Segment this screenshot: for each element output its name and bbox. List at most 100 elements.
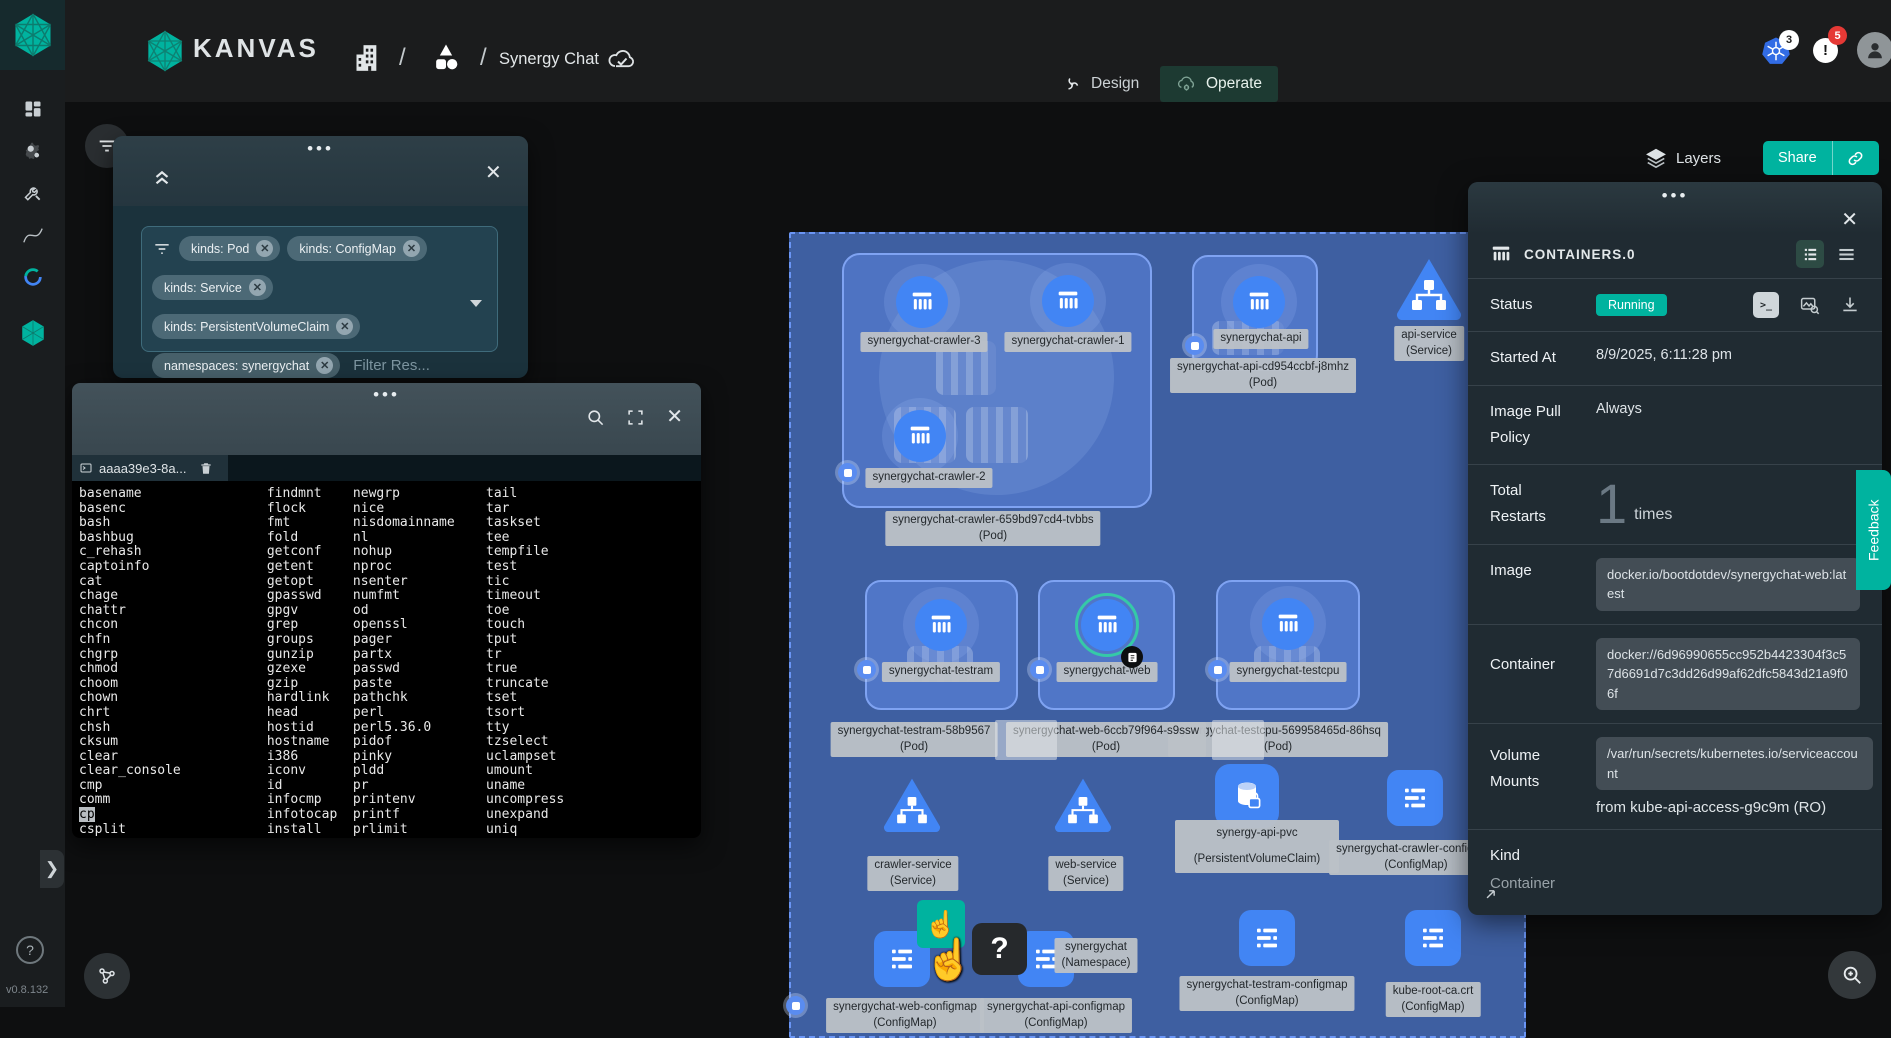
configmap-node-testram[interactable]	[1239, 910, 1295, 966]
namespace-synergychat[interactable]: synergychat-crawler-3 synergychat-crawle…	[789, 232, 1526, 1038]
pvc-node[interactable]	[1215, 764, 1279, 828]
filter-chip[interactable]: kinds: ConfigMap✕	[287, 236, 427, 261]
fullscreen-icon[interactable]	[627, 409, 644, 426]
notification-count-badge[interactable]: 5	[1828, 26, 1847, 45]
download-logs-icon[interactable]	[1840, 295, 1860, 315]
wrench-icon	[23, 183, 43, 203]
service-node-api-service[interactable]	[1394, 256, 1464, 320]
pod-box-testram[interactable]: synergychat-testram	[865, 580, 1018, 710]
namespace-badge[interactable]	[786, 996, 805, 1015]
filter-panel-header[interactable]: ••• ✕	[113, 136, 528, 206]
sidebar-expand-tab[interactable]: ❯	[40, 850, 64, 888]
container-node-crawler-1[interactable]	[1042, 275, 1094, 327]
help-button[interactable]: ?	[16, 936, 44, 964]
list-view-toggle[interactable]	[1832, 240, 1860, 268]
configmap-node-crawler[interactable]	[1387, 770, 1443, 826]
kanvas-logo-icon[interactable]	[145, 29, 185, 73]
container-node-testcpu[interactable]	[1262, 598, 1314, 650]
search-icon[interactable]	[586, 408, 605, 427]
kubernetes-count-badge[interactable]: 3	[1779, 30, 1799, 50]
chip-remove-icon[interactable]: ✕	[403, 240, 420, 257]
container-id-value[interactable]: docker://6d96990655cc952b4423304f3c57d66…	[1596, 638, 1860, 711]
pod-badge[interactable]	[838, 463, 857, 482]
terminal-tab[interactable]: aaaa39e3-8a...	[72, 455, 228, 481]
pod-box-testcpu[interactable]: synergychat-testcpu	[1216, 580, 1360, 710]
share-button[interactable]: Share	[1763, 141, 1832, 175]
pod-badge[interactable]	[1208, 660, 1227, 679]
service-node-crawler-service[interactable]	[881, 776, 943, 832]
workspace-icon[interactable]	[431, 42, 461, 74]
close-icon[interactable]: ✕	[666, 407, 683, 427]
chevron-down-icon[interactable]	[469, 299, 483, 309]
pod-label-api: synergychat-api-cd954ccbf-j8mhz(Pod)	[1170, 358, 1356, 393]
sidebar-item-dashboard[interactable]	[0, 88, 65, 130]
drag-handle[interactable]: •••	[72, 383, 701, 400]
pod-box-web[interactable]: synergychat-web	[1038, 580, 1175, 710]
pod-badge[interactable]	[1185, 336, 1204, 355]
filter-search-input[interactable]: Filter Res...	[353, 357, 430, 374]
close-icon[interactable]: ✕	[1841, 210, 1858, 230]
terminal-output[interactable]: basename findmnt newgrp tail basenc floc…	[72, 481, 701, 837]
configmap-node-kube-root[interactable]	[1405, 910, 1461, 966]
drag-handle[interactable]: •••	[113, 136, 528, 154]
meshery-logo[interactable]	[0, 0, 65, 70]
hexagon-logo-icon	[12, 12, 54, 58]
filter-chip[interactable]: namespaces: synergychat✕	[152, 353, 340, 378]
filter-input-box[interactable]: kinds: Pod✕ kinds: ConfigMap✕ kinds: Ser…	[141, 226, 498, 352]
expand-panel-icon[interactable]	[1480, 888, 1497, 905]
service-node-web-service[interactable]	[1052, 776, 1114, 832]
sidebar-item-lifecycle[interactable]	[0, 130, 65, 172]
trash-icon[interactable]	[199, 461, 213, 476]
container-node-crawler-2[interactable]	[894, 410, 946, 462]
image-inspect-icon[interactable]	[1799, 295, 1820, 316]
pod-badge[interactable]	[857, 660, 876, 679]
drag-handle[interactable]: •••	[1468, 182, 1882, 201]
container-node-testram[interactable]	[915, 599, 967, 651]
hint-question-button[interactable]: ?	[972, 923, 1027, 975]
terminal-header[interactable]: ••• ✕	[72, 383, 701, 455]
zoom-button[interactable]	[1828, 951, 1876, 999]
copy-link-button[interactable]	[1832, 141, 1879, 175]
chip-remove-icon[interactable]: ✕	[336, 318, 353, 335]
kind-row: Kind Container	[1468, 830, 1882, 905]
app-version: v0.8.132	[6, 984, 48, 996]
organization-icon[interactable]	[353, 40, 381, 76]
container-node-crawler-3[interactable]	[896, 276, 948, 328]
container-node-api[interactable]	[1233, 276, 1285, 328]
pod-badge[interactable]	[1030, 660, 1049, 679]
breadcrumb-project-name[interactable]: Synergy Chat	[499, 50, 599, 69]
pod-box-api[interactable]: synergychat-api	[1192, 255, 1318, 371]
chip-remove-icon[interactable]: ✕	[316, 357, 333, 374]
close-icon[interactable]: ✕	[485, 163, 502, 183]
container-icon	[927, 611, 955, 639]
pod-crawler-group[interactable]: synergychat-crawler-3 synergychat-crawle…	[842, 253, 1152, 508]
sidebar-item-relationships[interactable]	[0, 214, 65, 256]
filter-chip[interactable]: kinds: Service✕	[152, 275, 273, 300]
operate-icon	[1176, 74, 1197, 95]
image-value[interactable]: docker.io/bootdotdev/synergychat-web:lat…	[1596, 558, 1860, 611]
chip-remove-icon[interactable]: ✕	[256, 240, 273, 257]
zoom-in-icon	[1841, 964, 1863, 986]
sidebar-item-toolbox[interactable]	[0, 172, 65, 214]
started-at-value: 8/9/2025, 6:11:28 pm	[1596, 345, 1732, 363]
canvas-actions-button[interactable]	[84, 953, 130, 999]
collapse-icon[interactable]	[151, 164, 173, 188]
feedback-tab[interactable]: Feedback	[1856, 470, 1891, 590]
open-terminal-button[interactable]: >_	[1753, 292, 1779, 318]
tab-operate[interactable]: Operate	[1160, 66, 1278, 102]
filter-chip[interactable]: kinds: Pod✕	[179, 236, 280, 261]
details-panel-header[interactable]: ••• ✕	[1468, 182, 1882, 234]
restart-unit: times	[1634, 506, 1672, 528]
container-node-web[interactable]	[1081, 599, 1133, 651]
chip-remove-icon[interactable]: ✕	[249, 279, 266, 296]
detail-view-toggle[interactable]	[1796, 240, 1824, 268]
avatar[interactable]	[1857, 32, 1891, 68]
configmap-label-testram: synergychat-testram-configmap(ConfigMap)	[1179, 976, 1354, 1011]
shell-badge[interactable]	[1121, 646, 1143, 668]
sidebar-item-kanvas-active[interactable]	[0, 312, 65, 354]
filter-chip[interactable]: kinds: PersistentVolumeClaim✕	[152, 314, 360, 339]
tab-design[interactable]: Design	[1046, 66, 1155, 102]
volume-path-value[interactable]: /var/run/secrets/kubernetes.io/serviceac…	[1596, 737, 1873, 790]
layers-button[interactable]: Layers	[1645, 142, 1721, 174]
sidebar-item-catalog[interactable]	[0, 256, 65, 298]
